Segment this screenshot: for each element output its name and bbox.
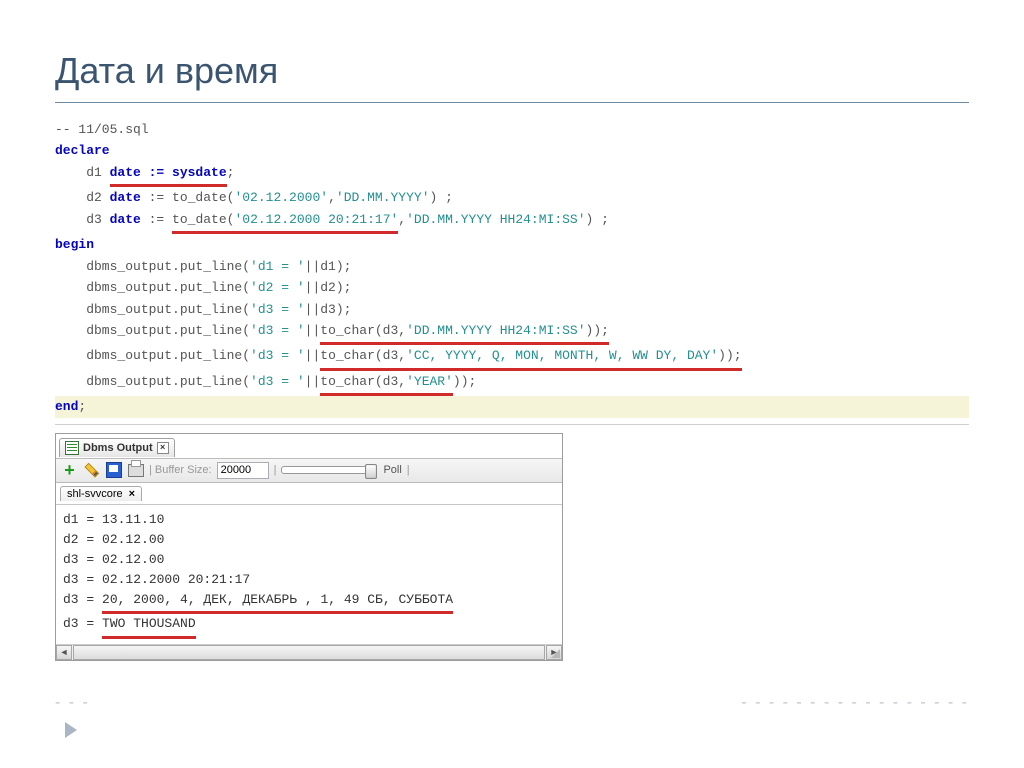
string: 'YEAR'	[406, 374, 453, 389]
code-underlined: to_char(d3,'CC, YYYY, Q, MON, MONTH, W, …	[320, 345, 741, 370]
string: 'DD.MM.YYYY HH24:MI:SS'	[406, 212, 585, 227]
panel-tab[interactable]: Dbms Output ×	[59, 438, 175, 457]
code-text: to_char(d3,	[320, 348, 406, 363]
save-icon[interactable]	[105, 462, 122, 479]
separator: |	[407, 464, 410, 476]
code-text: ) ;	[586, 212, 609, 227]
string: 'DD.MM.YYYY HH24:MI:SS'	[406, 323, 585, 338]
code-text: ||	[305, 348, 321, 363]
output-line: d1 = 13.11.10	[63, 512, 164, 527]
code-text: ;	[227, 165, 235, 180]
scroll-left-icon[interactable]: ◄	[56, 645, 72, 660]
out-text: d3 =	[63, 592, 102, 607]
kw-date: date	[110, 190, 141, 205]
poll-slider[interactable]	[281, 466, 376, 474]
string: 'd3 = '	[250, 348, 305, 363]
code-text: ||	[305, 323, 321, 338]
code-block: -- 11/05.sql declare d1 date := sysdate;…	[55, 117, 969, 425]
code-text: :=	[141, 212, 172, 227]
code-text: ));	[586, 323, 609, 338]
kw-begin: begin	[55, 237, 94, 252]
string: 'CC, YYYY, Q, MON, MONTH, W, WW DY, DAY'	[406, 348, 718, 363]
dashes-left: - - -	[55, 694, 90, 712]
code-text: dbms_output.put_line(	[55, 302, 250, 317]
code-text: ));	[718, 348, 741, 363]
code-text: d3	[55, 212, 110, 227]
slide-footer-dashes: - - - - - - - - - - - - - - - - - - - -	[55, 694, 969, 712]
dashes-right: - - - - - - - - - - - - - - - - -	[741, 694, 969, 712]
code-underlined: date := sysdate	[110, 162, 227, 187]
kw-date: date	[110, 212, 141, 227]
code-text: d1	[55, 165, 110, 180]
code-text: ,	[328, 190, 336, 205]
play-arrow-icon	[65, 722, 77, 738]
out-underlined: 20, 2000, 4, ДЕК, ДЕКАБРЬ , 1, 49 СБ, СУ…	[102, 590, 453, 614]
out-underlined: TWO THOUSAND	[102, 614, 196, 638]
kw-declare: declare	[55, 143, 110, 158]
code-text: to_char(d3,	[320, 374, 406, 389]
code-text: to_date(	[172, 212, 234, 227]
separator: |	[274, 464, 277, 476]
edit-icon[interactable]	[79, 458, 103, 482]
end-line: end;	[55, 396, 969, 417]
code-text: dbms_output.put_line(	[55, 323, 250, 338]
string: '02.12.2000'	[234, 190, 328, 205]
resize-grip-icon[interactable]	[551, 649, 560, 658]
add-icon[interactable]: +	[61, 462, 78, 479]
string: 'd3 = '	[250, 374, 305, 389]
string: 'd1 = '	[250, 259, 305, 274]
poll-label: Poll	[383, 464, 401, 476]
code-text: d2	[55, 190, 110, 205]
code-text: dbms_output.put_line(	[55, 280, 250, 295]
code-text: ) ;	[430, 190, 453, 205]
toolbar: + | Buffer Size: | Poll |	[56, 458, 562, 483]
string: 'd3 = '	[250, 323, 305, 338]
out-text: d3 =	[63, 616, 102, 631]
output-line: d3 = 20, 2000, 4, ДЕК, ДЕКАБРЬ , 1, 49 С…	[63, 592, 453, 607]
code-d1: date := sysdate	[110, 165, 227, 180]
output-line: d3 = TWO THOUSAND	[63, 616, 196, 631]
code-text: ||	[305, 374, 321, 389]
code-text: to_char(d3,	[320, 323, 406, 338]
string: 'DD.MM.YYYY'	[336, 190, 430, 205]
code-text: ||d2);	[305, 280, 352, 295]
code-underlined: to_date('02.12.2000 20:21:17'	[172, 209, 398, 234]
panel-tab-label: Dbms Output	[83, 442, 153, 454]
kw-end: end	[55, 399, 78, 414]
document-icon	[65, 441, 79, 455]
dbms-output-panel: Dbms Output × + | Buffer Size: | Poll | …	[55, 433, 563, 661]
code-underlined: to_char(d3,'YEAR'	[320, 371, 453, 396]
buffer-size-input[interactable]	[217, 462, 269, 479]
code-text: ,	[398, 212, 406, 227]
output-line: d2 = 02.12.00	[63, 532, 164, 547]
string: 'd3 = '	[250, 302, 305, 317]
code-underlined: to_char(d3,'DD.MM.YYYY HH24:MI:SS'));	[320, 320, 609, 345]
print-icon[interactable]	[127, 462, 144, 479]
scrollbar-thumb[interactable]	[73, 645, 545, 660]
connection-tab-label: shl-svvcore	[67, 488, 123, 500]
separator: | Buffer Size:	[149, 464, 212, 476]
code-text: dbms_output.put_line(	[55, 348, 250, 363]
output-line: d3 = 02.12.00	[63, 552, 164, 567]
subtab-bar: shl-svvcore ×	[56, 483, 562, 505]
output-body: d1 = 13.11.10 d2 = 02.12.00 d3 = 02.12.0…	[56, 505, 562, 644]
output-line: d3 = 02.12.2000 20:21:17	[63, 572, 250, 587]
close-icon[interactable]: ×	[129, 488, 135, 500]
string: 'd2 = '	[250, 280, 305, 295]
connection-tab[interactable]: shl-svvcore ×	[60, 486, 142, 501]
close-icon[interactable]: ×	[157, 442, 169, 454]
code-text: ||d3);	[305, 302, 352, 317]
page-title: Дата и время	[55, 50, 969, 103]
string: '02.12.2000 20:21:17'	[234, 212, 398, 227]
horizontal-scrollbar[interactable]: ◄ ►	[56, 644, 562, 660]
code-text: dbms_output.put_line(	[55, 374, 250, 389]
comment: -- 11/05.sql	[55, 122, 149, 137]
panel-tab-bar: Dbms Output ×	[56, 434, 562, 458]
code-text: ;	[78, 399, 86, 414]
code-text: dbms_output.put_line(	[55, 259, 250, 274]
code-text: ||d1);	[305, 259, 352, 274]
code-text: ));	[453, 374, 476, 389]
code-text: := to_date(	[141, 190, 235, 205]
